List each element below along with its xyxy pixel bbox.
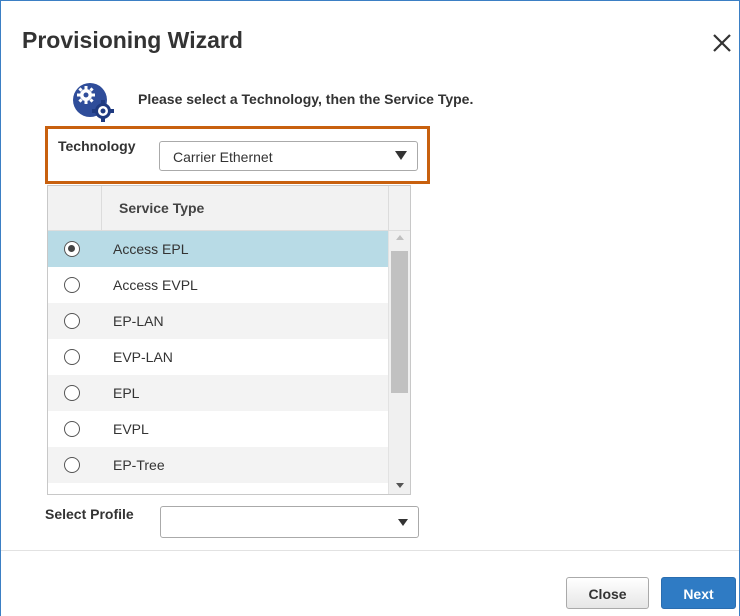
service-type-name: Access EVPL xyxy=(113,277,198,293)
radio-button[interactable] xyxy=(64,313,80,329)
scroll-up-arrow-icon[interactable] xyxy=(396,235,404,240)
gears-icon xyxy=(71,81,117,123)
service-type-name: EP-LAN xyxy=(113,313,164,329)
table-row-access-evpl[interactable]: Access EVPL xyxy=(48,267,388,303)
service-type-table: Service Type Access EPL Access EVPL EP-L… xyxy=(47,185,411,495)
profile-select[interactable] xyxy=(160,506,419,538)
radio-button[interactable] xyxy=(64,349,80,365)
table-row-ep-tree[interactable]: EP-Tree xyxy=(48,447,388,483)
chevron-down-icon xyxy=(398,519,408,526)
radio-button-checked[interactable] xyxy=(64,241,80,257)
table-row-evpl[interactable]: EVPL xyxy=(48,411,388,447)
table-header: Service Type xyxy=(48,186,410,231)
radio-button[interactable] xyxy=(64,277,80,293)
next-button[interactable]: Next xyxy=(661,577,736,609)
instruction-text: Please select a Technology, then the Ser… xyxy=(138,91,474,107)
table-row-access-epl[interactable]: Access EPL xyxy=(48,231,388,267)
column-divider xyxy=(101,186,102,231)
technology-select[interactable]: Carrier Ethernet xyxy=(159,141,418,171)
scrollbar-thumb[interactable] xyxy=(391,251,408,393)
dialog-title: Provisioning Wizard xyxy=(22,27,243,53)
service-type-name: EVP-LAN xyxy=(113,349,173,365)
close-x-icon[interactable] xyxy=(708,29,736,57)
service-type-column-header[interactable]: Service Type xyxy=(119,200,204,216)
scroll-down-arrow-icon[interactable] xyxy=(396,483,404,488)
radio-button[interactable] xyxy=(64,385,80,401)
radio-button[interactable] xyxy=(64,457,80,473)
table-row-evp-lan[interactable]: EVP-LAN xyxy=(48,339,388,375)
technology-label: Technology xyxy=(58,138,136,154)
provisioning-wizard-dialog: Provisioning Wizard Please select a Tech… xyxy=(0,0,740,616)
service-type-name: EPL xyxy=(113,385,140,401)
footer-divider xyxy=(1,550,739,551)
technology-selected-value: Carrier Ethernet xyxy=(173,149,273,165)
service-type-name: EP-Tree xyxy=(113,457,165,473)
service-type-name: EVPL xyxy=(113,421,149,437)
close-button[interactable]: Close xyxy=(566,577,649,609)
table-scrollbar[interactable] xyxy=(388,231,410,494)
chevron-down-icon xyxy=(395,151,407,160)
table-row-ep-lan[interactable]: EP-LAN xyxy=(48,303,388,339)
table-row-epl[interactable]: EPL xyxy=(48,375,388,411)
column-divider xyxy=(388,186,389,231)
select-profile-label: Select Profile xyxy=(45,506,134,522)
radio-button[interactable] xyxy=(64,421,80,437)
service-type-name: Access EPL xyxy=(113,241,189,257)
